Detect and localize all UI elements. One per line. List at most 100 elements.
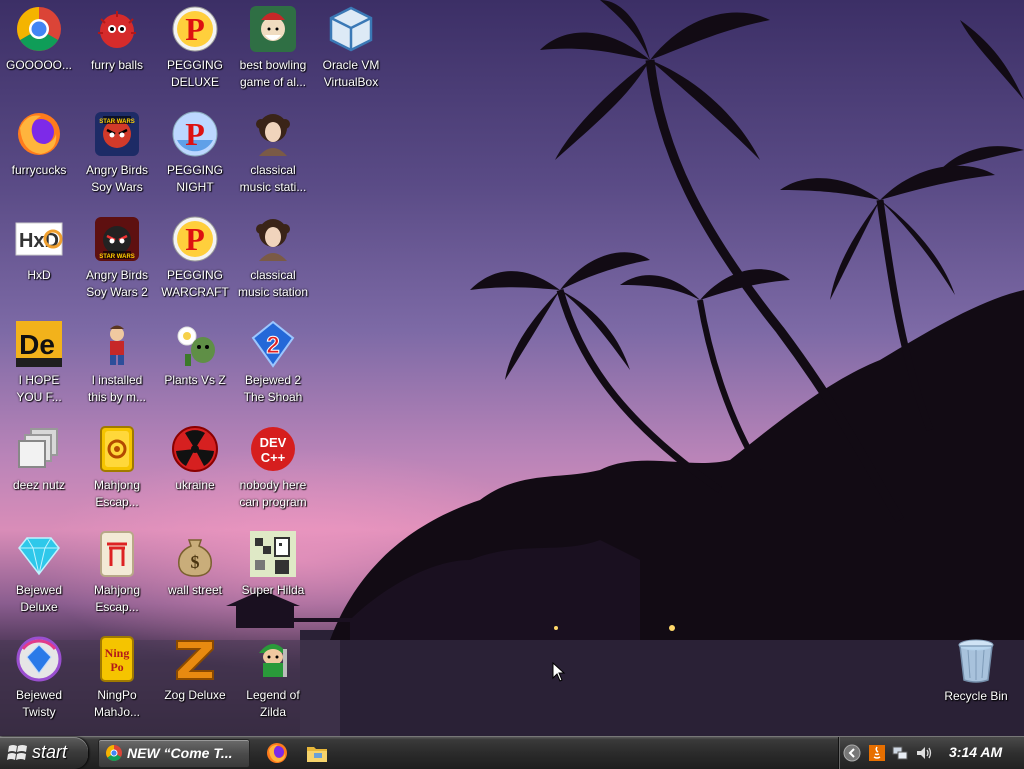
wallstreet-icon: $	[171, 530, 219, 578]
desktop-icon-label: classical music stati...	[234, 162, 312, 196]
system-tray: 3:14 AM	[838, 737, 1024, 769]
svg-text:STAR WARS: STAR WARS	[99, 254, 135, 260]
desktop-icon-label: Zog Deluxe	[156, 687, 234, 704]
desktop-icon-zilda[interactable]: Legend of Zilda	[234, 630, 312, 730]
desktop-icon-label-line2: can program	[239, 495, 307, 509]
desktop-icon-mahjong1[interactable]: Mahjong Escap...	[78, 420, 156, 520]
desktop-icon-label-line2: Deluxe	[20, 600, 58, 614]
start-button[interactable]: start	[0, 737, 88, 769]
desktop-icon-label: HxD	[0, 267, 78, 284]
bej-twisty-icon	[15, 635, 63, 683]
vbox-icon	[327, 5, 375, 53]
desktop-icon-hxd[interactable]: HxD HxD	[0, 210, 78, 310]
desktop-icon-label: GOOOOO...	[0, 57, 78, 74]
taskbar-clock[interactable]: 3:14 AM	[949, 744, 1002, 760]
desktop-icon-peg-night[interactable]: P PEGGING NIGHT	[156, 105, 234, 205]
svg-text:C++: C++	[261, 450, 286, 465]
desktop-icon-label-line1: PEGGING	[166, 268, 223, 282]
desktop-icon-label-line1: NingPo	[97, 688, 137, 702]
start-label: start	[32, 742, 68, 762]
desktop-icon-label-line1: PEGGING	[166, 163, 223, 177]
desktop-icon-bej-twisty[interactable]: Bejewed Twisty	[0, 630, 78, 730]
desktop-icon-zog[interactable]: Zog Deluxe	[156, 630, 234, 730]
desktop-icon-classical2[interactable]: classical music station	[234, 210, 312, 310]
hxd-icon: HxD	[15, 215, 63, 263]
desktop-icon-de[interactable]: De I HOPE YOU F...	[0, 315, 78, 415]
desktop-icon-label: Legend of Zilda	[234, 687, 312, 721]
desktop-icon-label-line2: game of al...	[239, 75, 307, 89]
recycle-bin-label: Recycle Bin	[944, 689, 1008, 703]
desktop-icon-ukraine[interactable]: ukraine	[156, 420, 234, 520]
installed-icon	[93, 320, 141, 368]
deez-icon	[15, 425, 63, 473]
desktop-icon-classical1[interactable]: classical music stati...	[234, 105, 312, 205]
desktop-icon-label: nobody here can program	[234, 477, 312, 511]
desktop-icon-vbox[interactable]: Oracle VM VirtualBox	[312, 0, 390, 100]
desktop-icon-label-line2: VirtualBox	[323, 75, 379, 89]
desktop-icon-chrome[interactable]: GOOOOO...	[0, 0, 78, 100]
desktop-icon-bej-deluxe[interactable]: Bejewed Deluxe	[0, 525, 78, 625]
desktop-icon-mahjong2[interactable]: Mahjong Escap...	[78, 525, 156, 625]
desktop-icon-label-line1: classical	[250, 163, 296, 177]
desktop-icon-label-line1: PEGGING	[166, 58, 223, 72]
desktop-icon-label: PEGGING DELUXE	[156, 57, 234, 91]
desktop-icon-label-line2: Escap...	[95, 495, 139, 509]
ukraine-icon	[171, 425, 219, 473]
desktop-icon-label-line1: Angry Birds	[85, 163, 149, 177]
zog-icon	[171, 635, 219, 683]
desktop-icon-label-line1: Super Hilda	[241, 583, 305, 597]
desktop-icon-label-line1: Bejewed	[15, 583, 63, 597]
svg-text:P: P	[185, 116, 205, 152]
hilda-icon	[249, 530, 297, 578]
desktop-icon-label-line1: ukraine	[175, 478, 215, 492]
desktop-icon-label: furrycucks	[0, 162, 78, 179]
desktop-icon-hilda[interactable]: Super Hilda	[234, 525, 312, 625]
desktop-icon-angry1[interactable]: STAR WARS Angry Birds Soy Wars	[78, 105, 156, 205]
desktop-icon-label: Bejewed Twisty	[0, 687, 78, 721]
peg-deluxe-icon: P	[171, 5, 219, 53]
bej-deluxe-icon	[15, 530, 63, 578]
desktop-icon-label-line1: furry balls	[90, 58, 143, 72]
mahjong1-icon	[93, 425, 141, 473]
desktop-icon-label-line1: HxD	[27, 268, 51, 282]
desktop-icon-label: ukraine	[156, 477, 234, 494]
tray-network-icon[interactable]	[891, 744, 909, 762]
recycle-bin-icon[interactable]: Recycle Bin	[937, 632, 1015, 732]
desktop-icon-bowling[interactable]: best bowling game of al...	[234, 0, 312, 100]
desktop[interactable]: GOOOOO... furry balls P PEGGING DELUXE best b…	[0, 0, 1024, 736]
angry1-icon: STAR WARS	[93, 110, 141, 158]
desktop-icon-ningpo[interactable]: Ning Po NingPo MahJo...	[78, 630, 156, 730]
peg-night-icon: P	[171, 110, 219, 158]
tray-volume-icon[interactable]	[915, 744, 933, 762]
desktop-icon-label-line1: wall street	[167, 583, 223, 597]
quicklaunch-firefox-icon[interactable]	[266, 742, 288, 764]
desktop-icon-furry[interactable]: furry balls	[78, 0, 156, 100]
desktop-icon-label-line2: Soy Wars 2	[86, 285, 148, 299]
desktop-icon-label: Plants Vs Z	[156, 372, 234, 389]
desktop-icon-wallstreet[interactable]: $ wall street	[156, 525, 234, 625]
desktop-icon-label-line2: this by m...	[87, 390, 146, 404]
desktop-icon-grid: GOOOOO... furry balls P PEGGING DELUXE best b…	[0, 0, 400, 736]
desktop-icon-label: classical music station	[234, 267, 312, 301]
desktop-icon-deez[interactable]: deez nutz	[0, 420, 78, 520]
desktop-icon-installed[interactable]: I installed this by m...	[78, 315, 156, 415]
desktop-icon-label-line2: Soy Wars	[91, 180, 143, 194]
svg-text:De: De	[19, 329, 55, 360]
firefox-icon	[15, 110, 63, 158]
desktop-icon-devcpp[interactable]: DEV C++ nobody here can program	[234, 420, 312, 520]
quicklaunch-folder-icon[interactable]	[306, 743, 328, 763]
desktop-icon-label-line1: GOOOOO...	[5, 58, 72, 72]
classical1-icon	[249, 110, 297, 158]
desktop-icon-peg-deluxe[interactable]: P PEGGING DELUXE	[156, 0, 234, 100]
tray-java-icon[interactable]	[868, 744, 886, 762]
desktop-icon-angry2[interactable]: STAR WARS Angry Birds Soy Wars 2	[78, 210, 156, 310]
desktop-icon-label-line1: Angry Birds	[85, 268, 149, 282]
taskbar-button-chrome-window[interactable]: NEW “Come T...	[98, 739, 250, 768]
desktop-icon-firefox[interactable]: furrycucks	[0, 105, 78, 205]
tray-expand-chevron-icon[interactable]	[843, 744, 861, 762]
desktop-icon-label-line2: music stati...	[239, 180, 307, 194]
desktop-icon-peg-warcraft[interactable]: P PEGGING WARCRAFT	[156, 210, 234, 310]
desktop-icon-bejeweled2[interactable]: 2 Bejewed 2 The Shoah	[234, 315, 312, 415]
classical2-icon	[249, 215, 297, 263]
desktop-icon-pvz[interactable]: Plants Vs Z	[156, 315, 234, 415]
